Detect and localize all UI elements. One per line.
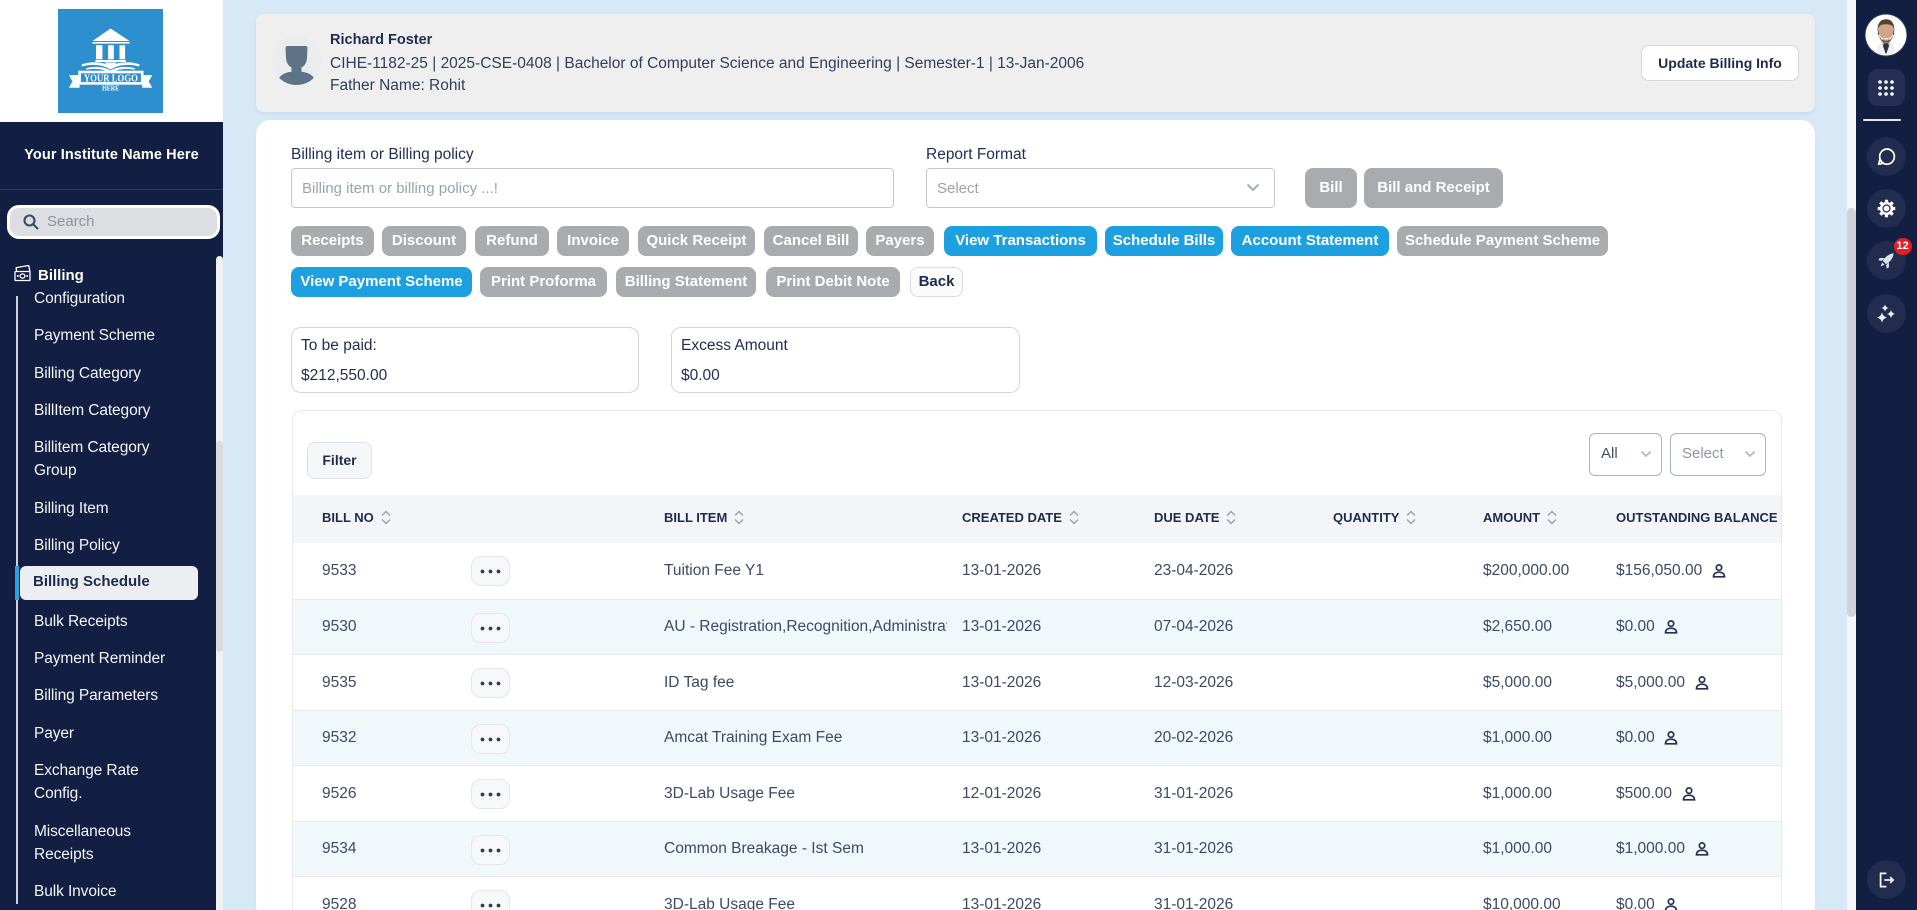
svg-text:HERE: HERE [102, 84, 119, 93]
